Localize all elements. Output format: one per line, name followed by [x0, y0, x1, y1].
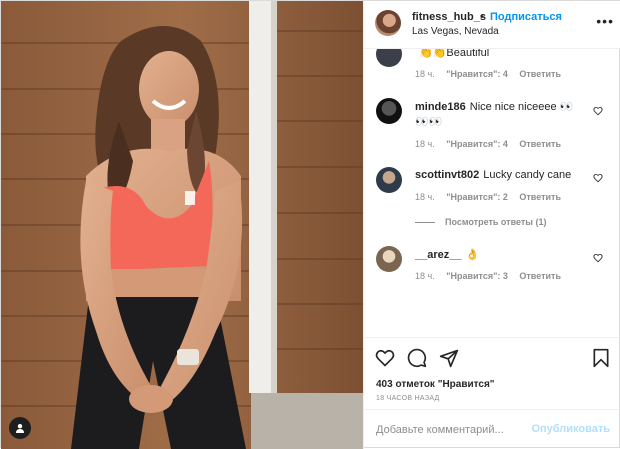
comment-icon[interactable]: [407, 348, 427, 368]
post-image: [1, 1, 363, 449]
user-tag-icon: [16, 424, 24, 433]
comment-likes[interactable]: "Нравится": 4: [446, 69, 508, 79]
view-replies-label: Посмотреть ответы (1): [445, 217, 547, 227]
share-icon[interactable]: [439, 348, 459, 368]
heart-icon[interactable]: [375, 348, 395, 368]
tagged-users-button[interactable]: [9, 417, 31, 439]
comment-time[interactable]: 18 ч.: [415, 139, 435, 149]
follow-button[interactable]: Подписаться: [490, 11, 562, 23]
comment-like-icon[interactable]: [593, 173, 603, 183]
view-replies-button[interactable]: Посмотреть ответы (1): [415, 217, 546, 227]
comment-text: 👏👏Beautiful: [415, 49, 585, 61]
commenter-avatar[interactable]: [376, 246, 402, 272]
reply-button[interactable]: Ответить: [519, 139, 561, 149]
comment-time[interactable]: 18 ч.: [415, 69, 435, 79]
author-username[interactable]: fitness_hub_s: [412, 11, 486, 23]
comment-meta: 18 ч. "Нравится": 2 Ответить: [415, 192, 570, 202]
comment-meta: 18 ч. "Нравится": 4 Ответить: [415, 139, 570, 149]
comment-text: __arez__ 👌: [415, 248, 585, 263]
post-details-panel: fitness_hub_s • Подписаться Las Vegas, N…: [363, 1, 620, 449]
post-photo[interactable]: [1, 1, 363, 449]
header-separator: •: [480, 11, 484, 23]
comment-username[interactable]: minde186: [415, 101, 466, 113]
comment-meta: 18 ч. "Нравится": 3 Ответить: [415, 271, 570, 281]
add-comment-bar: Опубликовать: [364, 409, 620, 449]
post-actions-bar: [364, 337, 620, 377]
post-location[interactable]: Las Vegas, Nevada: [412, 26, 499, 37]
comment-body: 👏👏Beautiful: [419, 49, 490, 59]
commenter-avatar[interactable]: [376, 49, 402, 67]
comment-likes[interactable]: "Нравится": 3: [446, 271, 508, 281]
publish-button[interactable]: Опубликовать: [531, 423, 610, 435]
comments-list[interactable]: 👏👏Beautiful 18 ч. "Нравится": 4 Ответить…: [364, 49, 620, 337]
comment-likes[interactable]: "Нравится": 4: [446, 139, 508, 149]
likes-count[interactable]: 403 отметок "Нравится": [376, 379, 495, 390]
author-avatar[interactable]: [375, 10, 401, 36]
reply-button[interactable]: Ответить: [519, 69, 561, 79]
post-modal: fitness_hub_s • Подписаться Las Vegas, N…: [0, 0, 620, 449]
comment-like-icon[interactable]: [593, 253, 603, 263]
commenter-avatar[interactable]: [376, 167, 402, 193]
reply-button[interactable]: Ответить: [519, 192, 561, 202]
comment-input[interactable]: [376, 421, 526, 439]
comment-username[interactable]: scottinvt802: [415, 169, 479, 181]
comment-body: Lucky candy cane: [483, 169, 572, 181]
post-header: fitness_hub_s • Подписаться Las Vegas, N…: [364, 1, 620, 49]
commenter-avatar[interactable]: [376, 98, 402, 124]
comment-like-icon[interactable]: [593, 106, 603, 116]
comment-username[interactable]: __arez__: [415, 249, 462, 261]
replies-divider: [415, 222, 435, 224]
post-timestamp[interactable]: 18 ЧАСОВ НАЗАД: [376, 395, 440, 402]
comment-meta: 18 ч. "Нравится": 4 Ответить: [415, 69, 570, 79]
comment-body: 👌: [465, 249, 480, 261]
comment-time[interactable]: 18 ч.: [415, 192, 435, 202]
more-options-icon[interactable]: •••: [596, 13, 614, 29]
comment-time[interactable]: 18 ч.: [415, 271, 435, 281]
comment-text: scottinvt802 Lucky candy cane: [415, 168, 585, 183]
reply-button[interactable]: Ответить: [519, 271, 561, 281]
comment-text: minde186 Nice nice niceeee 👀👀👀: [415, 100, 585, 130]
comment-likes[interactable]: "Нравится": 2: [446, 192, 508, 202]
bookmark-icon[interactable]: [591, 348, 611, 368]
